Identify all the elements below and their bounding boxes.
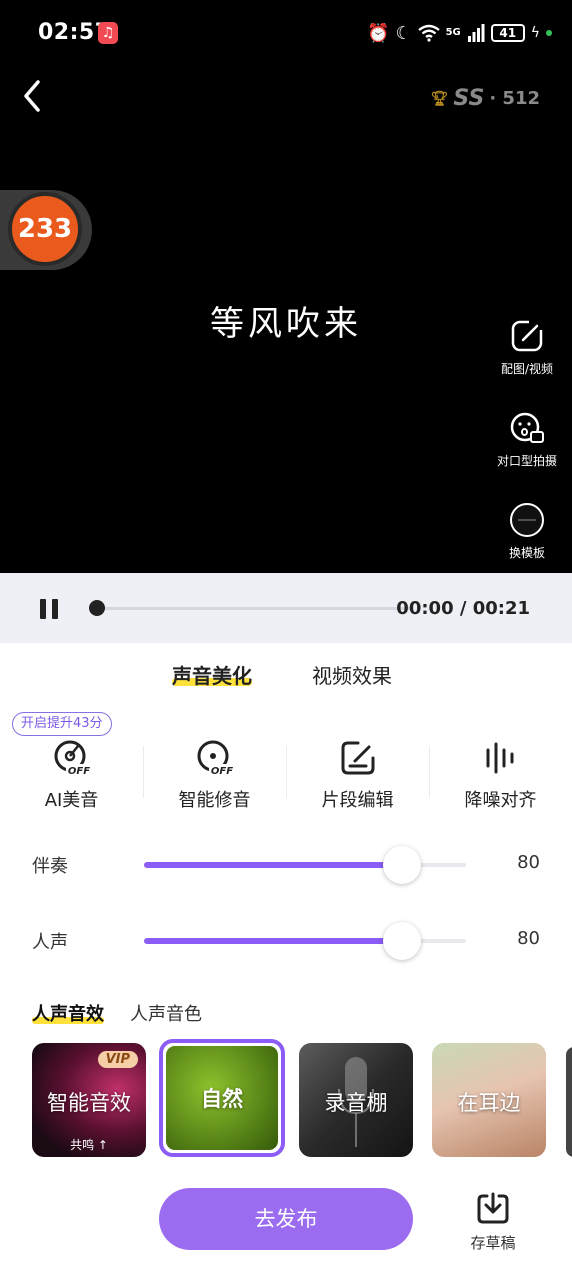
waveform-icon [486,742,513,774]
fx-tab-label: 人声音色 [130,1004,202,1025]
side-tool-lipsync[interactable]: 对口型拍摄 [492,410,562,469]
status-bar: 02:57 ♫ ⏰ ☾ 5G 41 ϟ [0,0,572,66]
tool-label: 降噪对齐 [464,790,537,811]
tool-label: 智能修音 [178,790,251,811]
svg-text:OFF: OFF [210,766,232,777]
slider-label: 人声 [32,932,68,953]
tool-label: AI美音 [44,790,99,811]
effect-card-partial[interactable] [566,1047,572,1157]
fx-tab-label: 人声音效 [32,1004,104,1025]
slider-fill [144,938,402,944]
slider-fill [144,862,402,868]
score-display: 🏆︎ SS · 512 [431,86,540,111]
effect-card-near-ear[interactable]: 在耳边 [432,1043,546,1157]
slider-accompaniment: 伴奏 80 [0,844,572,884]
side-tool-label: 换模板 [508,546,545,560]
tab-label: 视频效果 [312,664,392,688]
tab-video-effects[interactable]: 视频效果 [312,660,392,689]
tool-row: OFF AI美音 OFF 智能修音 片段编辑 降噪对齐 [0,738,572,818]
side-tool-label: 对口型拍摄 [496,454,557,468]
progress-thumb[interactable] [89,600,105,616]
playback-bar: 00:00 / 00:21 [0,573,572,643]
effect-card-title: 自然 [201,1087,243,1111]
floating-233-badge[interactable]: 233 [0,190,92,270]
slider-knob[interactable] [382,846,421,884]
ai-off-icon: OFF [54,740,92,777]
effect-card-title: 智能音效 [47,1091,131,1115]
tool-denoise-align[interactable]: 降噪对齐 [429,738,572,818]
effect-card-sub: 共鸣 ↑ [70,1138,108,1152]
privacy-dot [546,30,552,36]
network-type: 5G [445,27,461,38]
badge-233-label: 233 [8,192,82,266]
effect-cards: VIP 智能音效 共鸣 ↑ 自然 录音棚 在耳边 [0,1039,572,1159]
score-value: · 512 [489,88,540,109]
tab-label: 声音美化 [172,664,252,688]
edit-icon [511,318,545,352]
slider-vocals: 人声 80 [0,920,572,960]
tab-vocal-effects[interactable]: 人声音效 [32,1000,104,1026]
music-app-icon: ♫ [98,22,118,44]
tab-vocal-timbre[interactable]: 人声音色 [130,1000,202,1026]
charging-icon: ϟ [530,25,540,41]
save-draft-button[interactable]: 存草稿 [462,1190,524,1253]
main-tabs: 声音美化 视频效果 [0,660,572,700]
alarm-icon: ⏰ [367,22,390,44]
score-grade: SS [453,86,485,111]
system-icons: ⏰ ☾ 5G 41 ϟ [367,20,552,46]
trophy-icon: 🏆︎ [430,90,449,107]
save-draft-label: 存草稿 [470,1234,516,1252]
tool-ai-beautify[interactable]: OFF AI美音 [0,738,143,818]
song-title: 等风吹来 [210,304,362,344]
effect-card-natural[interactable]: 自然 [159,1039,285,1157]
face-camera-icon [510,412,544,443]
battery-indicator: 41 [490,24,525,42]
side-tool-cover-video[interactable]: 配图/视频 [492,318,562,377]
side-tool-label: 配图/视频 [500,362,554,376]
wifi-icon [417,24,440,42]
video-preview[interactable]: 02:57 ♫ ⏰ ☾ 5G 41 ϟ 🏆︎ SS · 512 233 等风吹来… [0,0,572,573]
tab-voice-beautify[interactable]: 声音美化 [172,660,252,689]
tool-clip-edit[interactable]: 片段编辑 [286,738,429,818]
back-icon[interactable] [18,78,48,114]
progress-track[interactable] [96,607,412,610]
publish-button[interactable]: 去发布 [159,1188,413,1250]
download-icon [477,1192,509,1224]
svg-text:OFF: OFF [67,766,89,777]
slider-label: 伴奏 [32,856,68,877]
timecode: 00:00 / 00:21 [396,598,530,619]
pause-button[interactable] [40,599,60,619]
moon-icon: ☾ [395,22,412,44]
effect-card-studio[interactable]: 录音棚 [299,1043,413,1157]
slider-value: 80 [517,928,540,949]
slider-value: 80 [517,852,540,873]
edit-square-icon [341,741,374,775]
tool-label: 片段编辑 [321,790,394,811]
side-tool-template[interactable]: 换模板 [492,502,562,561]
vip-badge: VIP [97,1051,138,1068]
signal-icon [467,24,485,42]
tool-smart-tune[interactable]: OFF 智能修音 [143,738,286,818]
template-icon [510,503,544,537]
effect-card-title: 录音棚 [324,1091,388,1115]
promo-badge[interactable]: 开启提升43分 [12,712,112,736]
tune-off-icon: OFF [197,740,235,777]
slider-knob[interactable] [382,922,421,960]
effect-card-smart[interactable]: VIP 智能音效 共鸣 ↑ [32,1043,146,1157]
effect-card-title: 在耳边 [457,1091,521,1115]
